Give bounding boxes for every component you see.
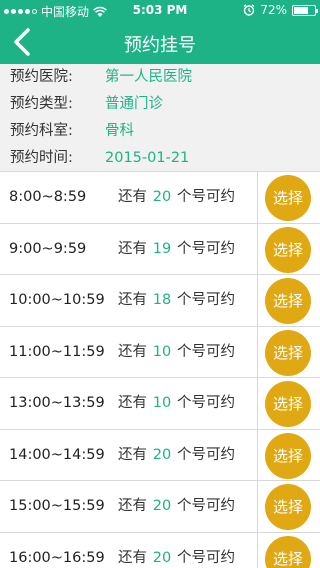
select-button[interactable]: 选择 bbox=[265, 432, 311, 479]
select-button[interactable]: 选择 bbox=[265, 226, 311, 273]
slot-suffix: 个号可约 bbox=[177, 395, 235, 411]
slot-divider bbox=[257, 429, 258, 480]
time-slot-row: 9:00~9:59 还有 19 个号可约 选择 bbox=[0, 223, 320, 275]
slot-count: 10 bbox=[152, 395, 172, 411]
hospital-label: 预约医院: bbox=[10, 69, 73, 85]
slot-availability: 还有 18 个号可约 bbox=[118, 275, 235, 326]
time-slot-row: 16:00~16:59 还有 20 个号可约 选择 bbox=[0, 532, 320, 568]
slot-prefix: 还有 bbox=[118, 395, 147, 411]
slot-prefix: 还有 bbox=[118, 189, 147, 205]
slot-time: 10:00~10:59 bbox=[9, 292, 105, 308]
time-slot-row: 15:00~15:59 还有 20 个号可约 选择 bbox=[0, 481, 320, 533]
date-label: 预约时间: bbox=[10, 150, 73, 166]
slot-divider bbox=[257, 378, 258, 429]
slot-count: 20 bbox=[152, 446, 172, 463]
slot-time: 11:00~11:59 bbox=[9, 343, 105, 360]
hospital-value: 第一人民医院 bbox=[105, 69, 192, 85]
slot-count: 18 bbox=[152, 292, 172, 308]
battery-icon bbox=[292, 4, 318, 16]
app-header: 中国移动 5:03 PM 72% 预约挂号 bbox=[0, 0, 320, 64]
select-button[interactable]: 选择 bbox=[265, 381, 311, 427]
slot-time: 13:00~13:59 bbox=[9, 395, 105, 411]
slot-count: 19 bbox=[152, 240, 172, 257]
slot-suffix: 个号可约 bbox=[177, 292, 235, 308]
time-slot-row: 8:00~8:59 还有 20 个号可约 选择 bbox=[0, 172, 320, 224]
battery-level-fill bbox=[294, 6, 308, 14]
slot-time: 16:00~16:59 bbox=[9, 549, 105, 566]
battery-percent: 72% bbox=[260, 3, 287, 17]
slot-divider bbox=[257, 223, 258, 274]
appointment-info: 预约医院: 第一人民医院 预约类型: 普通门诊 预约科室: 骨科 预约时间: 2… bbox=[0, 64, 320, 172]
time-slot-row: 10:00~10:59 还有 18 个号可约 选择 bbox=[0, 275, 320, 327]
slot-count: 10 bbox=[152, 343, 172, 360]
date-value: 2015-01-21 bbox=[105, 150, 190, 166]
slot-prefix: 还有 bbox=[118, 343, 147, 360]
slot-time: 9:00~9:59 bbox=[9, 240, 87, 257]
slot-prefix: 还有 bbox=[118, 498, 147, 514]
slot-prefix: 还有 bbox=[118, 446, 147, 463]
select-button[interactable]: 选择 bbox=[265, 329, 311, 376]
slot-availability: 还有 20 个号可约 bbox=[118, 430, 235, 481]
alarm-clock-icon bbox=[243, 4, 255, 16]
slot-availability: 还有 20 个号可约 bbox=[118, 481, 235, 532]
status-bar: 中国移动 5:03 PM 72% bbox=[0, 0, 320, 20]
slot-suffix: 个号可约 bbox=[177, 189, 235, 205]
slot-prefix: 还有 bbox=[118, 549, 147, 566]
slot-divider bbox=[257, 172, 258, 223]
info-row-type: 预约类型: 普通门诊 bbox=[0, 91, 320, 118]
slot-time: 8:00~8:59 bbox=[9, 189, 87, 205]
select-button[interactable]: 选择 bbox=[265, 484, 311, 530]
department-value: 骨科 bbox=[105, 123, 134, 139]
slot-availability: 还有 20 个号可约 bbox=[118, 172, 235, 223]
time-slot-row: 11:00~11:59 还有 10 个号可约 选择 bbox=[0, 326, 320, 378]
slot-suffix: 个号可约 bbox=[177, 240, 235, 257]
select-button[interactable]: 选择 bbox=[265, 278, 311, 324]
info-row-department: 预约科室: 骨科 bbox=[0, 118, 320, 145]
slot-suffix: 个号可约 bbox=[177, 549, 235, 566]
nav-bar: 预约挂号 bbox=[0, 20, 320, 64]
status-right: 72% bbox=[243, 3, 318, 17]
slot-availability: 还有 10 个号可约 bbox=[118, 327, 235, 378]
type-label: 预约类型: bbox=[10, 96, 73, 112]
slot-availability: 还有 19 个号可约 bbox=[118, 224, 235, 275]
slot-count: 20 bbox=[152, 498, 172, 514]
slot-divider bbox=[257, 532, 258, 568]
time-slot-row: 14:00~14:59 还有 20 个号可约 选择 bbox=[0, 429, 320, 481]
slot-divider bbox=[257, 481, 258, 532]
slot-prefix: 还有 bbox=[118, 240, 147, 257]
slot-suffix: 个号可约 bbox=[177, 446, 235, 463]
slot-divider bbox=[257, 326, 258, 377]
slot-divider bbox=[257, 275, 258, 326]
type-value: 普通门诊 bbox=[105, 96, 163, 112]
department-label: 预约科室: bbox=[10, 123, 73, 139]
slot-suffix: 个号可约 bbox=[177, 343, 235, 360]
slot-time: 15:00~15:59 bbox=[9, 498, 105, 514]
info-row-date: 预约时间: 2015-01-21 bbox=[0, 145, 320, 172]
slot-count: 20 bbox=[152, 549, 172, 566]
page-title: 预约挂号 bbox=[124, 35, 196, 56]
select-button[interactable]: 选择 bbox=[265, 175, 311, 221]
slot-availability: 还有 10 个号可约 bbox=[118, 378, 235, 429]
time-slot-list: 8:00~8:59 还有 20 个号可约 选择 9:00~9:59 还有 19 个号可约… bbox=[0, 172, 320, 568]
info-row-hospital: 预约医院: 第一人民医院 bbox=[0, 64, 320, 91]
time-slot-row: 13:00~13:59 还有 10 个号可约 选择 bbox=[0, 378, 320, 430]
slot-time: 14:00~14:59 bbox=[9, 446, 105, 463]
select-button[interactable]: 选择 bbox=[265, 535, 311, 568]
slot-prefix: 还有 bbox=[118, 292, 147, 308]
slot-suffix: 个号可约 bbox=[177, 498, 235, 514]
slot-count: 20 bbox=[152, 189, 172, 205]
slot-availability: 还有 20 个号可约 bbox=[118, 533, 235, 568]
